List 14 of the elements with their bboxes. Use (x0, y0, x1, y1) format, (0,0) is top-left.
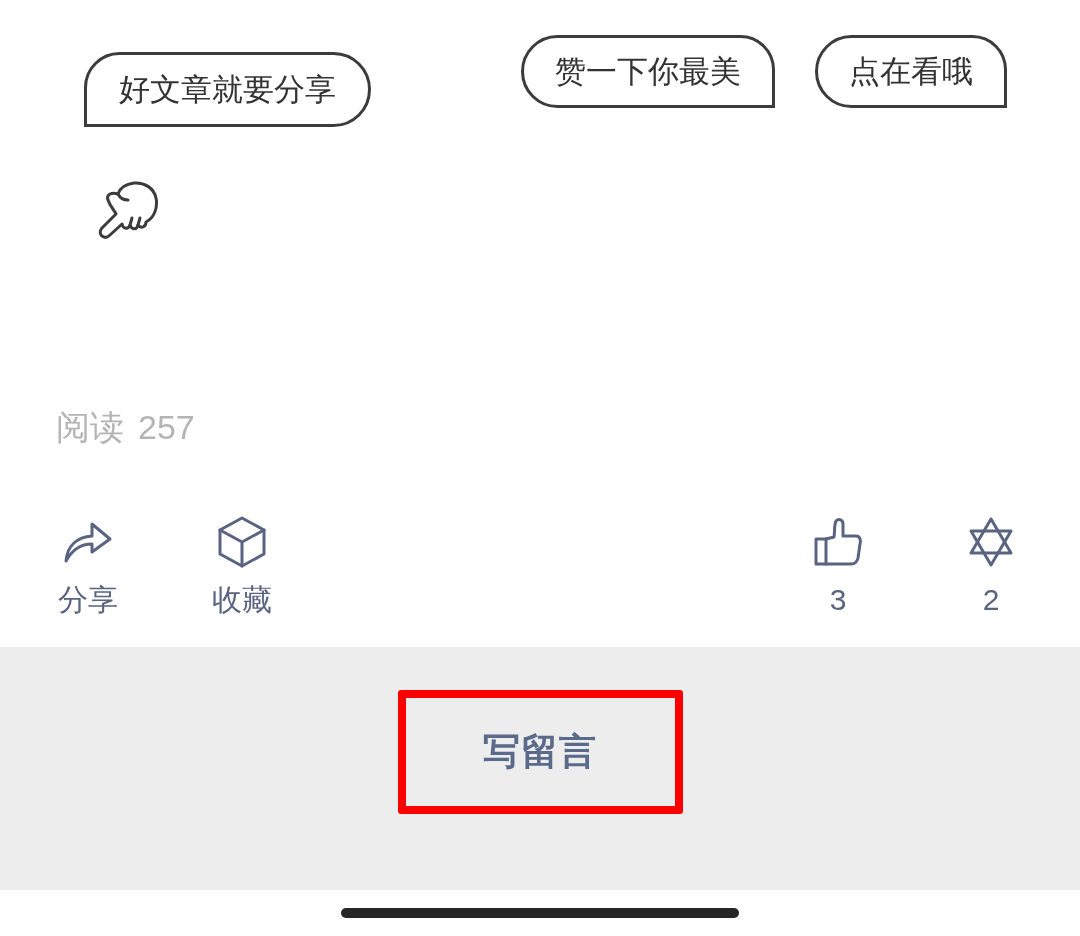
cube-icon (217, 515, 267, 569)
write-comment-button[interactable]: 写留言 (483, 730, 597, 774)
action-label[interactable]: 分享 (58, 582, 118, 618)
speech-bubble: 赞一下你最美 (521, 35, 775, 108)
thumbs-up-icon (813, 517, 863, 567)
action-label[interactable]: 2 (982, 582, 1000, 618)
speech-bubble: 点在看哦 (815, 35, 1007, 108)
read-count: 257 (138, 407, 195, 447)
pointing-hand-icon (96, 180, 160, 240)
action-label[interactable]: 3 (829, 582, 847, 618)
curved-arrow-icon (63, 520, 113, 564)
read-label: 阅读 (56, 407, 124, 447)
action-label[interactable]: 收藏 (212, 582, 272, 618)
speech-bubble: 好文章就要分享 (84, 52, 371, 127)
